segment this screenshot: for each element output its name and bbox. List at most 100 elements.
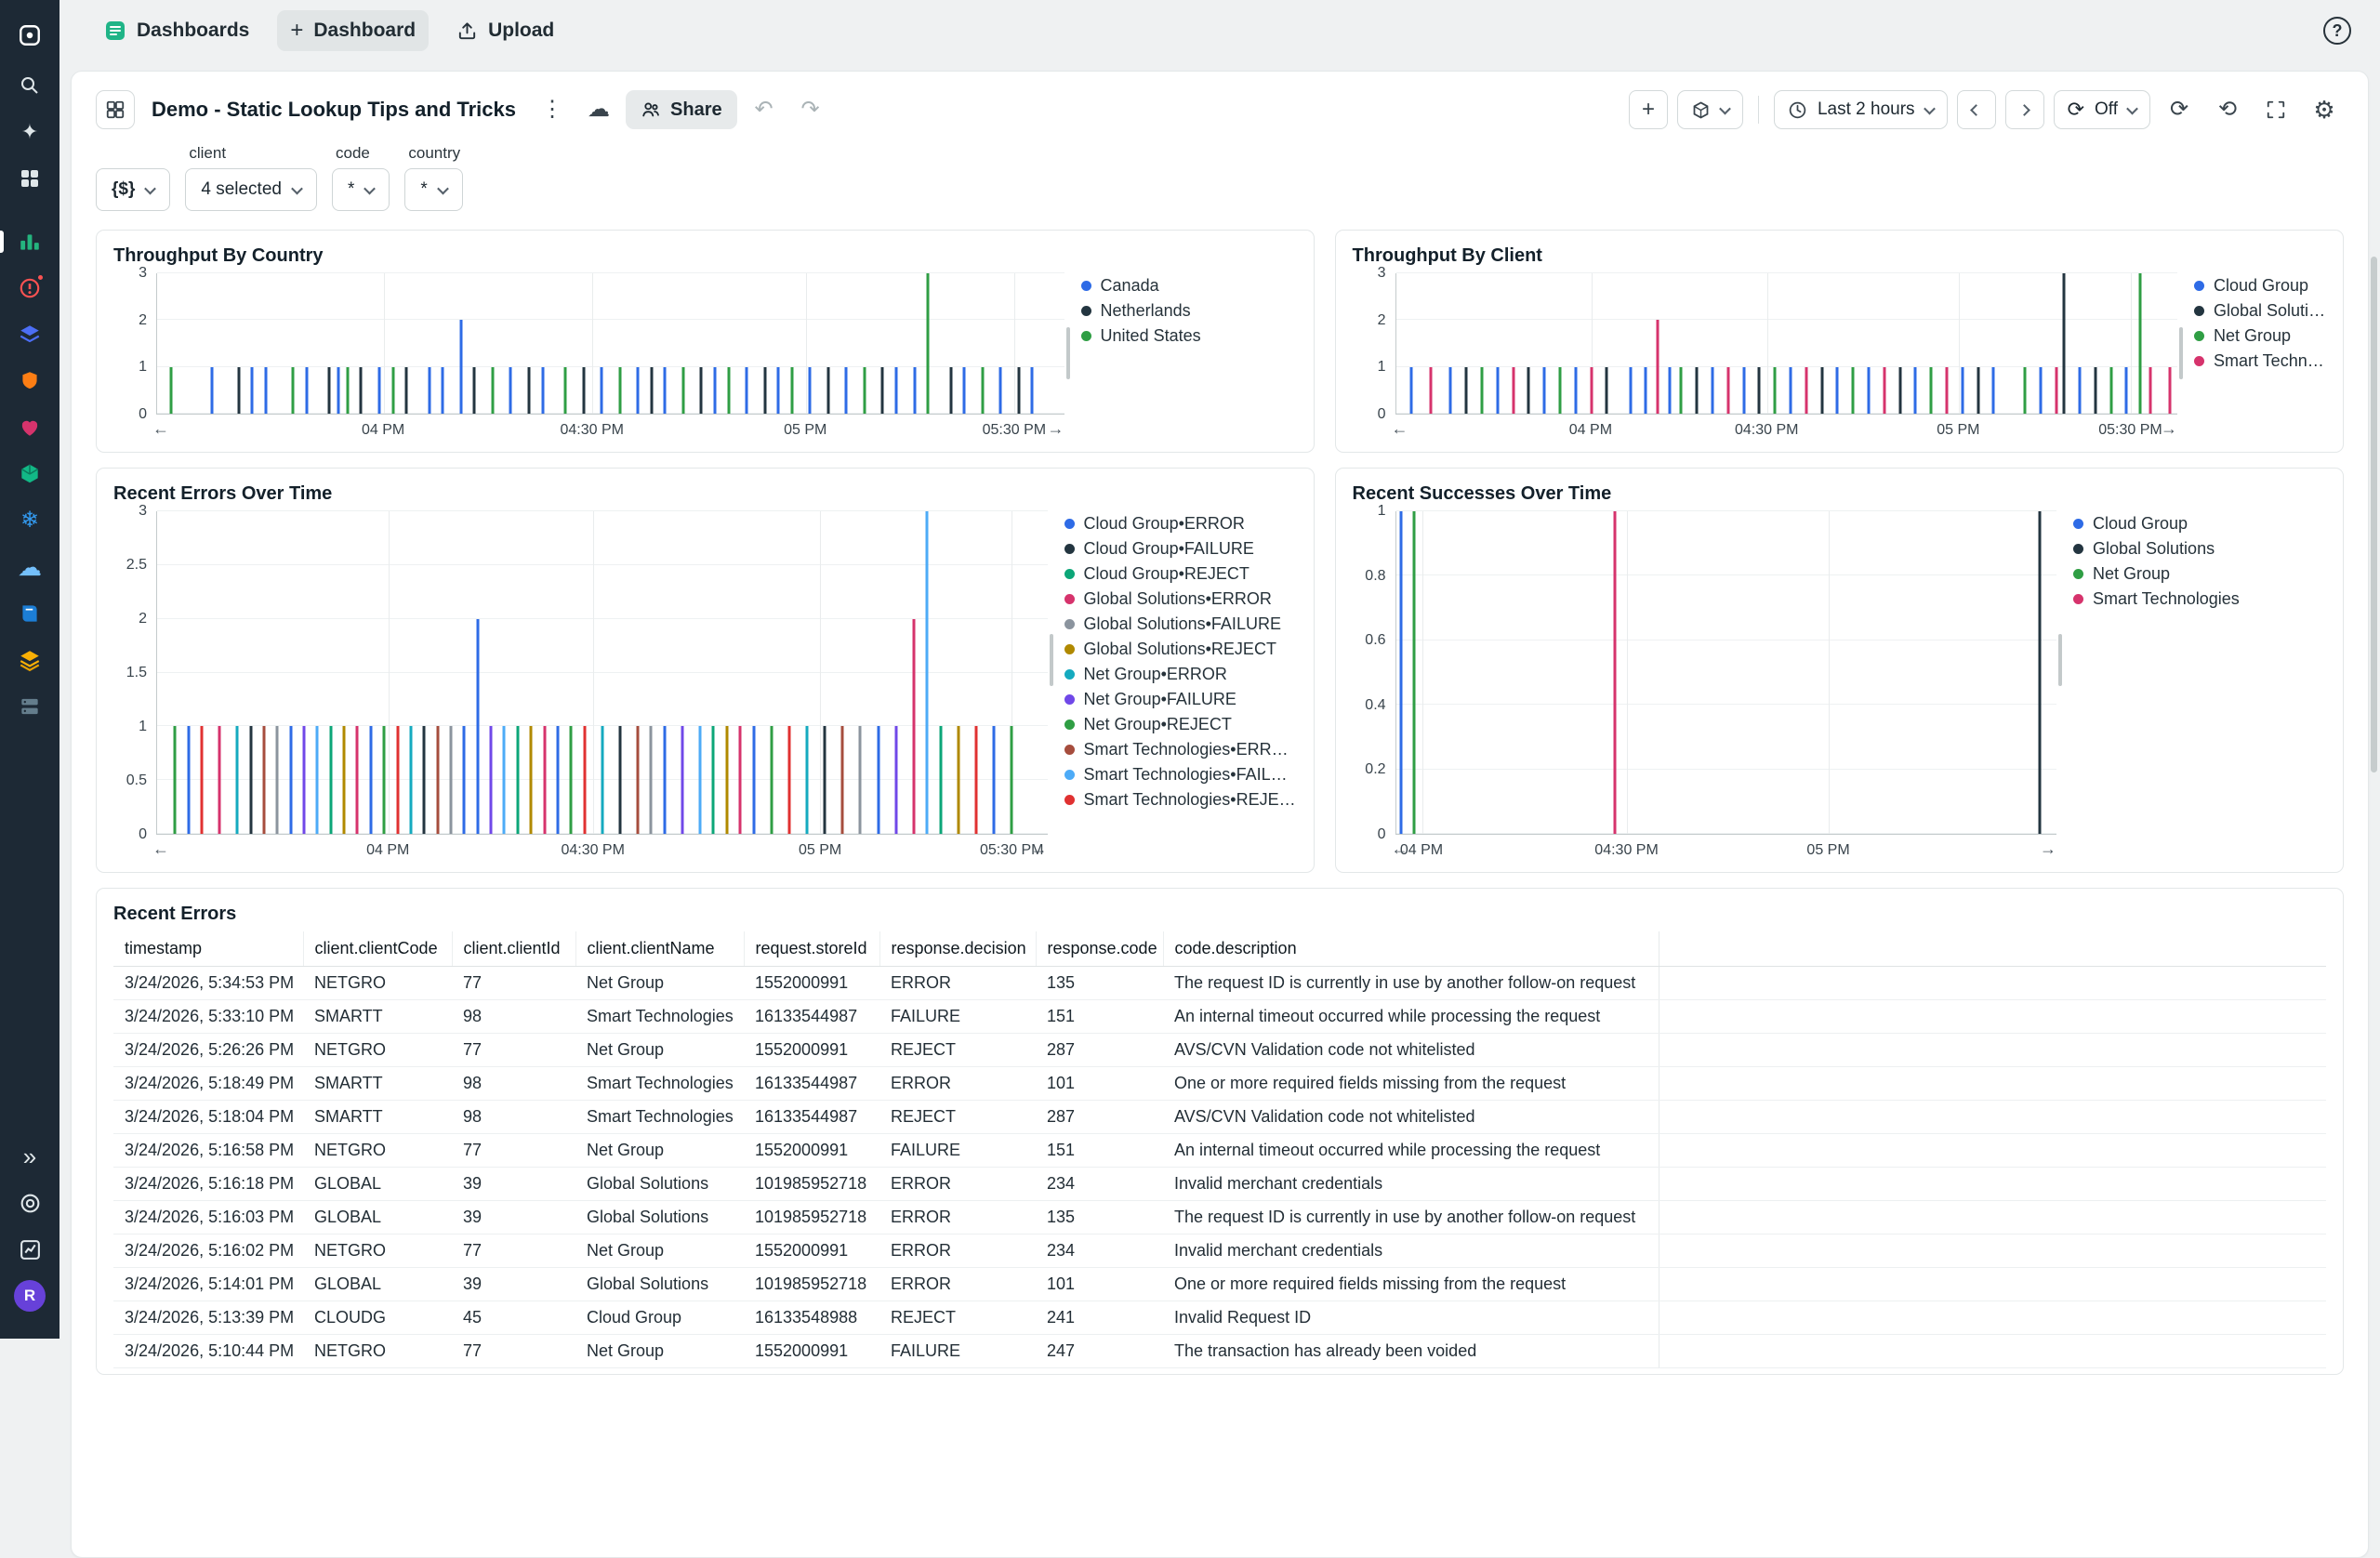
filter-code-dropdown[interactable]: * [332, 168, 390, 211]
legend-item[interactable]: Smart Technologies [2073, 587, 2326, 612]
table-row[interactable]: 3/24/2026, 5:26:26 PMNETGRO77Net Group15… [113, 1034, 2326, 1067]
time-range-dropdown[interactable]: Last 2 hours [1774, 90, 1948, 129]
dashboard-type-button[interactable] [96, 90, 135, 129]
tab-upload[interactable]: Upload [443, 10, 567, 51]
column-header[interactable]: code.description [1163, 931, 1659, 967]
app-cloud[interactable]: ☁ [9, 547, 50, 588]
column-header[interactable]: response.code [1036, 931, 1163, 967]
plot-area[interactable] [156, 273, 1064, 415]
legend-item[interactable]: Net Group•ERROR [1064, 662, 1297, 687]
redo-button[interactable]: ↷ [791, 90, 830, 129]
legend-item[interactable]: Net Group [2194, 323, 2326, 349]
apps-menu-button[interactable] [9, 158, 50, 199]
app-snowflake[interactable]: ❄ [9, 500, 50, 541]
search-button[interactable] [9, 65, 50, 106]
legend-item[interactable]: Net Group•FAILURE [1064, 687, 1297, 712]
time-forward-button[interactable] [2005, 90, 2044, 129]
cloud-sync-button[interactable]: ☁ [579, 90, 618, 129]
column-header[interactable]: client.clientName [575, 931, 744, 967]
legend-item[interactable]: Global Solutions [2073, 536, 2326, 561]
help-button[interactable]: ? [2319, 12, 2356, 49]
filter-country-dropdown[interactable]: * [404, 168, 462, 211]
column-header[interactable]: response.decision [879, 931, 1036, 967]
pan-left-arrow[interactable]: ← [1392, 419, 1408, 439]
legend-item[interactable]: Global Solutions [2194, 298, 2326, 323]
table-row[interactable]: 3/24/2026, 5:14:01 PMGLOBAL39Global Solu… [113, 1268, 2326, 1301]
more-options-button[interactable]: ⋮ [533, 90, 572, 129]
share-button[interactable]: Share [626, 90, 737, 129]
table-row[interactable]: 3/24/2026, 5:13:39 PMCLOUDG45Cloud Group… [113, 1301, 2326, 1335]
column-header[interactable] [1659, 931, 2326, 967]
legend-item[interactable]: Cloud Group•FAILURE [1064, 536, 1297, 561]
app-alerts[interactable] [9, 268, 50, 309]
pan-right-arrow[interactable]: → [1048, 419, 1064, 439]
support-button[interactable] [9, 1182, 50, 1223]
column-header[interactable]: client.clientId [452, 931, 575, 967]
legend-scrollbar[interactable] [1066, 327, 1070, 379]
auto-refresh-dropdown[interactable]: ⟳ Off [2054, 90, 2150, 129]
user-menu[interactable]: R [9, 1275, 50, 1316]
history-button[interactable]: ⟲ [2208, 90, 2247, 129]
add-widget-button[interactable]: + [1629, 90, 1668, 129]
legend-item[interactable]: Global Solutions•REJECT [1064, 637, 1297, 662]
legend-scrollbar[interactable] [2058, 634, 2062, 686]
table-row[interactable]: 3/24/2026, 5:16:58 PMNETGRO77Net Group15… [113, 1134, 2326, 1168]
legend-item[interactable]: Net Group [2073, 561, 2326, 587]
expand-rail-button[interactable]: » [9, 1136, 50, 1177]
legend-scrollbar[interactable] [2179, 327, 2183, 379]
filter-client-dropdown[interactable]: 4 selected [185, 168, 317, 211]
legend-item[interactable]: Smart Technologies [2194, 349, 2326, 374]
app-docs[interactable] [9, 593, 50, 634]
table-row[interactable]: 3/24/2026, 5:10:44 PMNETGRO77Net Group15… [113, 1335, 2326, 1368]
tab-dashboards[interactable]: Dashboards [91, 10, 262, 51]
plot-area[interactable] [1395, 273, 2177, 415]
ai-assistant-button[interactable]: ✦ [9, 112, 50, 152]
plot-area[interactable] [1395, 511, 2056, 835]
plot-area[interactable] [156, 511, 1048, 835]
legend-item[interactable]: Netherlands [1081, 298, 1297, 323]
pan-left-arrow[interactable]: ← [1392, 839, 1408, 859]
tab-new-dashboard[interactable]: + Dashboard [277, 10, 429, 51]
pan-left-arrow[interactable]: ← [152, 419, 169, 439]
column-header[interactable]: client.clientCode [303, 931, 452, 967]
app-servers[interactable] [9, 686, 50, 727]
app-security[interactable] [9, 361, 50, 402]
pan-left-arrow[interactable]: ← [152, 839, 169, 859]
legend-item[interactable]: Cloud Group [2194, 273, 2326, 298]
legend-item[interactable]: United States [1081, 323, 1297, 349]
variables-button[interactable]: {$} [96, 168, 170, 211]
legend-item[interactable]: Global Solutions•FAILURE [1064, 612, 1297, 637]
legend-item[interactable]: Canada [1081, 273, 1297, 298]
table-row[interactable]: 3/24/2026, 5:18:04 PMSMARTT98Smart Techn… [113, 1101, 2326, 1134]
pan-right-arrow[interactable]: → [1031, 839, 1048, 859]
units-dropdown[interactable] [1677, 90, 1743, 129]
legend-item[interactable]: Smart Technologies•ERROR [1064, 737, 1297, 762]
app-logo[interactable] [9, 15, 50, 56]
legend-item[interactable]: Cloud Group [2073, 511, 2326, 536]
pan-right-arrow[interactable]: → [2161, 419, 2177, 439]
settings-button[interactable]: ⚙ [2305, 90, 2344, 129]
legend-item[interactable]: Net Group•REJECT [1064, 712, 1297, 737]
table-row[interactable]: 3/24/2026, 5:16:02 PMNETGRO77Net Group15… [113, 1235, 2326, 1268]
time-back-button[interactable] [1957, 90, 1996, 129]
pan-right-arrow[interactable]: → [2040, 839, 2056, 859]
app-dashboards[interactable] [9, 221, 50, 262]
refresh-button[interactable]: ⟳ [2160, 90, 2199, 129]
app-layers[interactable] [9, 314, 50, 355]
table-row[interactable]: 3/24/2026, 5:18:49 PMSMARTT98Smart Techn… [113, 1067, 2326, 1101]
column-header[interactable]: timestamp [113, 931, 303, 967]
page-scrollbar[interactable] [2371, 257, 2377, 772]
undo-button[interactable]: ↶ [745, 90, 784, 129]
legend-item[interactable]: Smart Technologies•REJECT [1064, 787, 1297, 812]
usage-button[interactable] [9, 1229, 50, 1270]
app-stacks[interactable] [9, 640, 50, 680]
legend-item[interactable]: Global Solutions•ERROR [1064, 587, 1297, 612]
app-packages[interactable] [9, 454, 50, 495]
table-row[interactable]: 3/24/2026, 5:16:03 PMGLOBAL39Global Solu… [113, 1201, 2326, 1235]
table-row[interactable]: 3/24/2026, 5:34:53 PMNETGRO77Net Group15… [113, 967, 2326, 1000]
fullscreen-button[interactable] [2256, 90, 2295, 129]
column-header[interactable]: request.storeId [744, 931, 879, 967]
legend-item[interactable]: Cloud Group•REJECT [1064, 561, 1297, 587]
legend-item[interactable]: Smart Technologies•FAILURE [1064, 762, 1297, 787]
app-health[interactable] [9, 407, 50, 448]
